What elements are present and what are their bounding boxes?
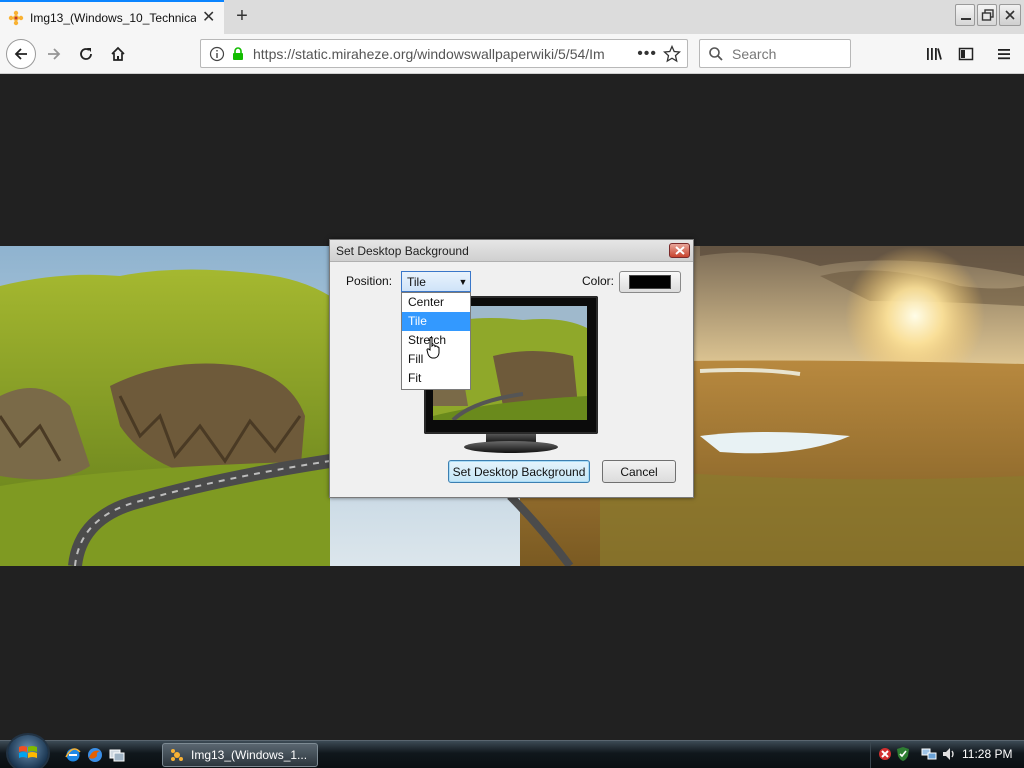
taskbar-window-label: Img13_(Windows_1... xyxy=(191,748,308,762)
set-desktop-background-button[interactable]: Set Desktop Background xyxy=(448,460,590,483)
forward-button[interactable] xyxy=(40,40,68,68)
url-bar[interactable]: https://static.miraheze.org/windowswallp… xyxy=(200,39,688,68)
start-button[interactable] xyxy=(8,735,48,768)
search-icon xyxy=(709,46,723,61)
cancel-button[interactable]: Cancel xyxy=(602,460,676,483)
position-label: Position: xyxy=(346,274,393,288)
minimize-button[interactable] xyxy=(955,4,975,26)
close-icon xyxy=(674,246,685,255)
dialog-titlebar[interactable]: Set Desktop Background xyxy=(330,240,693,262)
color-swatch xyxy=(629,275,671,289)
dialog-close-button[interactable] xyxy=(669,243,690,258)
library-icon xyxy=(927,48,942,60)
system-tray: 11:28 PM xyxy=(870,741,1024,768)
lock-icon xyxy=(233,46,243,60)
back-button[interactable] xyxy=(6,39,36,69)
window-close-button[interactable] xyxy=(999,4,1021,26)
page-content: Set Desktop Background Position: Tile ▼ … xyxy=(0,75,1024,740)
network-icon[interactable] xyxy=(921,746,937,762)
forward-icon xyxy=(48,48,61,60)
dropdown-option-fit[interactable]: Fit xyxy=(402,369,470,388)
show-desktop-icon[interactable] xyxy=(108,746,126,764)
taskbar: Img13_(Windows_1... 11:28 PM xyxy=(0,735,1024,768)
windows-logo-icon xyxy=(19,746,37,758)
security-x-icon[interactable] xyxy=(877,746,893,762)
search-placeholder: Search xyxy=(732,45,777,62)
close-icon xyxy=(1005,10,1015,20)
position-select[interactable]: Tile ▼ xyxy=(401,271,471,292)
color-picker-button[interactable] xyxy=(619,271,681,293)
hamburger-menu-icon xyxy=(998,49,1010,60)
firefox-icon[interactable] xyxy=(86,746,104,764)
sidebar-icon xyxy=(958,47,974,61)
clock: 11:28 PM xyxy=(962,747,1013,761)
star-icon[interactable] xyxy=(663,45,681,63)
search-input[interactable]: Search xyxy=(699,39,851,68)
home-button[interactable] xyxy=(104,40,132,68)
restore-icon xyxy=(981,9,994,21)
ie-icon[interactable] xyxy=(64,746,82,764)
reload-button[interactable] xyxy=(72,40,100,68)
tab-strip: Img13_(Windows_10_Technical ✕ + xyxy=(0,0,1024,34)
info-icon[interactable] xyxy=(209,46,225,62)
color-label: Color: xyxy=(582,274,615,288)
dropdown-option-center[interactable]: Center xyxy=(402,293,470,312)
firefox-favicon xyxy=(8,10,24,26)
monitor-stand xyxy=(464,441,558,453)
plus-icon[interactable]: + xyxy=(231,5,253,27)
library-button[interactable] xyxy=(920,40,948,68)
tab-title: Img13_(Windows_10_Technical xyxy=(30,11,196,25)
firefox-favicon xyxy=(171,749,183,761)
taskbar-firefox-window[interactable]: Img13_(Windows_1... xyxy=(162,743,318,767)
navigation-toolbar: https://static.miraheze.org/windowswallp… xyxy=(0,34,1024,74)
url-text[interactable]: https://static.miraheze.org/windowswallp… xyxy=(253,46,633,62)
minimize-icon xyxy=(961,18,971,20)
home-icon xyxy=(111,46,125,61)
position-select-value: Tile xyxy=(407,274,426,289)
page-actions-icon[interactable]: ••• xyxy=(637,45,657,63)
close-icon[interactable]: ✕ xyxy=(202,10,215,26)
volume-icon[interactable] xyxy=(941,746,957,762)
back-icon xyxy=(14,48,27,60)
dialog-title: Set Desktop Background xyxy=(336,244,469,258)
dropdown-option-tile[interactable]: Tile xyxy=(402,312,470,331)
hamburger-menu-button[interactable] xyxy=(990,40,1018,68)
mouse-cursor-icon xyxy=(426,337,440,359)
sidebar-button[interactable] xyxy=(952,40,980,68)
tab-active[interactable]: Img13_(Windows_10_Technical ✕ xyxy=(0,0,224,34)
set-desktop-background-dialog: Set Desktop Background Position: Tile ▼ … xyxy=(329,239,694,498)
restore-button[interactable] xyxy=(977,4,997,26)
chevron-down-icon: ▼ xyxy=(458,276,468,287)
reload-icon xyxy=(80,48,92,60)
shield-icon[interactable] xyxy=(895,746,911,762)
